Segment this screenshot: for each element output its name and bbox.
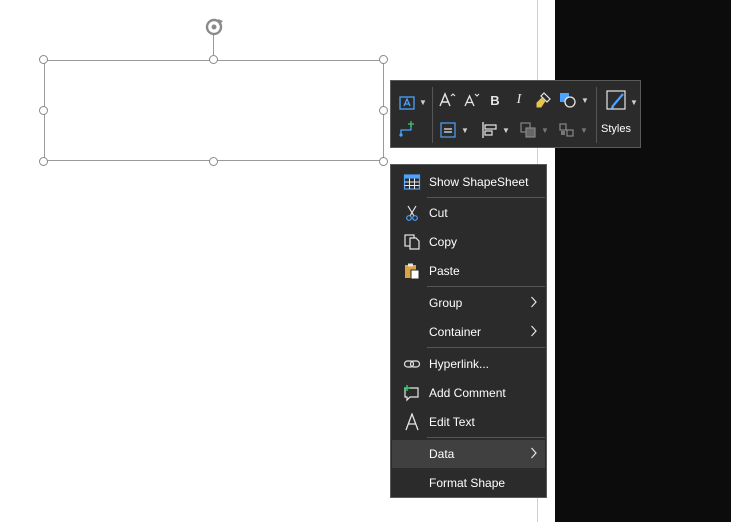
toolbar-separator bbox=[432, 87, 433, 143]
connector-icon[interactable] bbox=[397, 119, 417, 139]
menu-item-edit-text[interactable]: Edit Text bbox=[392, 408, 545, 436]
canvas-background bbox=[555, 0, 731, 522]
menu-item-add-comment[interactable]: Add Comment bbox=[392, 379, 545, 407]
position-dropdown-icon[interactable]: ▼ bbox=[502, 126, 510, 135]
menu-item-container[interactable]: Container bbox=[392, 318, 545, 346]
resize-handle-bottom-right[interactable] bbox=[379, 157, 388, 166]
decrease-font-icon[interactable] bbox=[462, 90, 480, 110]
text-box-dropdown-icon[interactable]: ▼ bbox=[419, 98, 427, 107]
menu-item-cut[interactable]: Cut bbox=[392, 199, 545, 227]
group-dropdown-icon[interactable]: ▼ bbox=[580, 126, 588, 135]
bold-icon[interactable]: B bbox=[486, 90, 504, 110]
italic-icon[interactable]: I bbox=[510, 90, 528, 110]
submenu-arrow-icon bbox=[530, 446, 538, 460]
menu-item-paste[interactable]: Paste bbox=[392, 257, 545, 285]
menu-item-show-shapesheet[interactable]: Show ShapeSheet bbox=[392, 168, 545, 196]
resize-handle-right[interactable] bbox=[379, 106, 388, 115]
align-icon[interactable] bbox=[438, 120, 458, 140]
comment-icon bbox=[403, 384, 421, 402]
paste-icon bbox=[403, 262, 421, 280]
submenu-arrow-icon bbox=[530, 295, 538, 309]
menu-separator bbox=[427, 197, 545, 198]
resize-handle-bottom-left[interactable] bbox=[39, 157, 48, 166]
align-dropdown-icon[interactable]: ▼ bbox=[461, 126, 469, 135]
shapesheet-icon bbox=[403, 173, 421, 191]
context-menu: Show ShapeSheet Cut Copy Paste Group Con… bbox=[390, 164, 547, 498]
resize-handle-left[interactable] bbox=[39, 106, 48, 115]
text-box-icon[interactable] bbox=[397, 93, 417, 113]
text-icon bbox=[403, 412, 421, 431]
menu-separator bbox=[427, 286, 545, 287]
submenu-arrow-icon bbox=[530, 324, 538, 338]
menu-item-group[interactable]: Group bbox=[392, 289, 545, 317]
format-painter-icon[interactable] bbox=[534, 90, 552, 110]
bring-forward-icon[interactable] bbox=[518, 120, 538, 140]
menu-item-copy[interactable]: Copy bbox=[392, 228, 545, 256]
position-icon[interactable] bbox=[479, 120, 499, 140]
styles-icon[interactable] bbox=[604, 87, 630, 115]
mini-toolbar: ▼ B I ▼ ▼ ▼ ▼ ▼ ▼ Styles bbox=[390, 80, 641, 148]
styles-dropdown-icon[interactable]: ▼ bbox=[630, 98, 638, 107]
bring-forward-dropdown-icon[interactable]: ▼ bbox=[541, 126, 549, 135]
selected-shape[interactable] bbox=[44, 60, 384, 161]
toolbar-separator bbox=[596, 87, 597, 143]
link-icon bbox=[403, 355, 421, 373]
resize-handle-top-right[interactable] bbox=[379, 55, 388, 64]
fill-color-icon[interactable] bbox=[558, 90, 578, 110]
menu-separator bbox=[427, 347, 545, 348]
copy-icon bbox=[403, 233, 421, 251]
increase-font-icon[interactable] bbox=[438, 90, 456, 110]
resize-handle-top[interactable] bbox=[209, 55, 218, 64]
resize-handle-top-left[interactable] bbox=[39, 55, 48, 64]
menu-item-data[interactable]: Data bbox=[392, 440, 545, 468]
styles-label[interactable]: Styles bbox=[601, 123, 631, 135]
fill-color-dropdown-icon[interactable]: ▼ bbox=[581, 96, 589, 105]
menu-item-format-shape[interactable]: Format Shape bbox=[392, 469, 545, 497]
menu-item-hyperlink[interactable]: Hyperlink... bbox=[392, 350, 545, 378]
scissors-icon bbox=[403, 204, 421, 222]
group-icon[interactable] bbox=[557, 120, 577, 140]
rotate-handle-icon[interactable] bbox=[202, 16, 226, 38]
resize-handle-bottom[interactable] bbox=[209, 157, 218, 166]
menu-separator bbox=[427, 437, 545, 438]
